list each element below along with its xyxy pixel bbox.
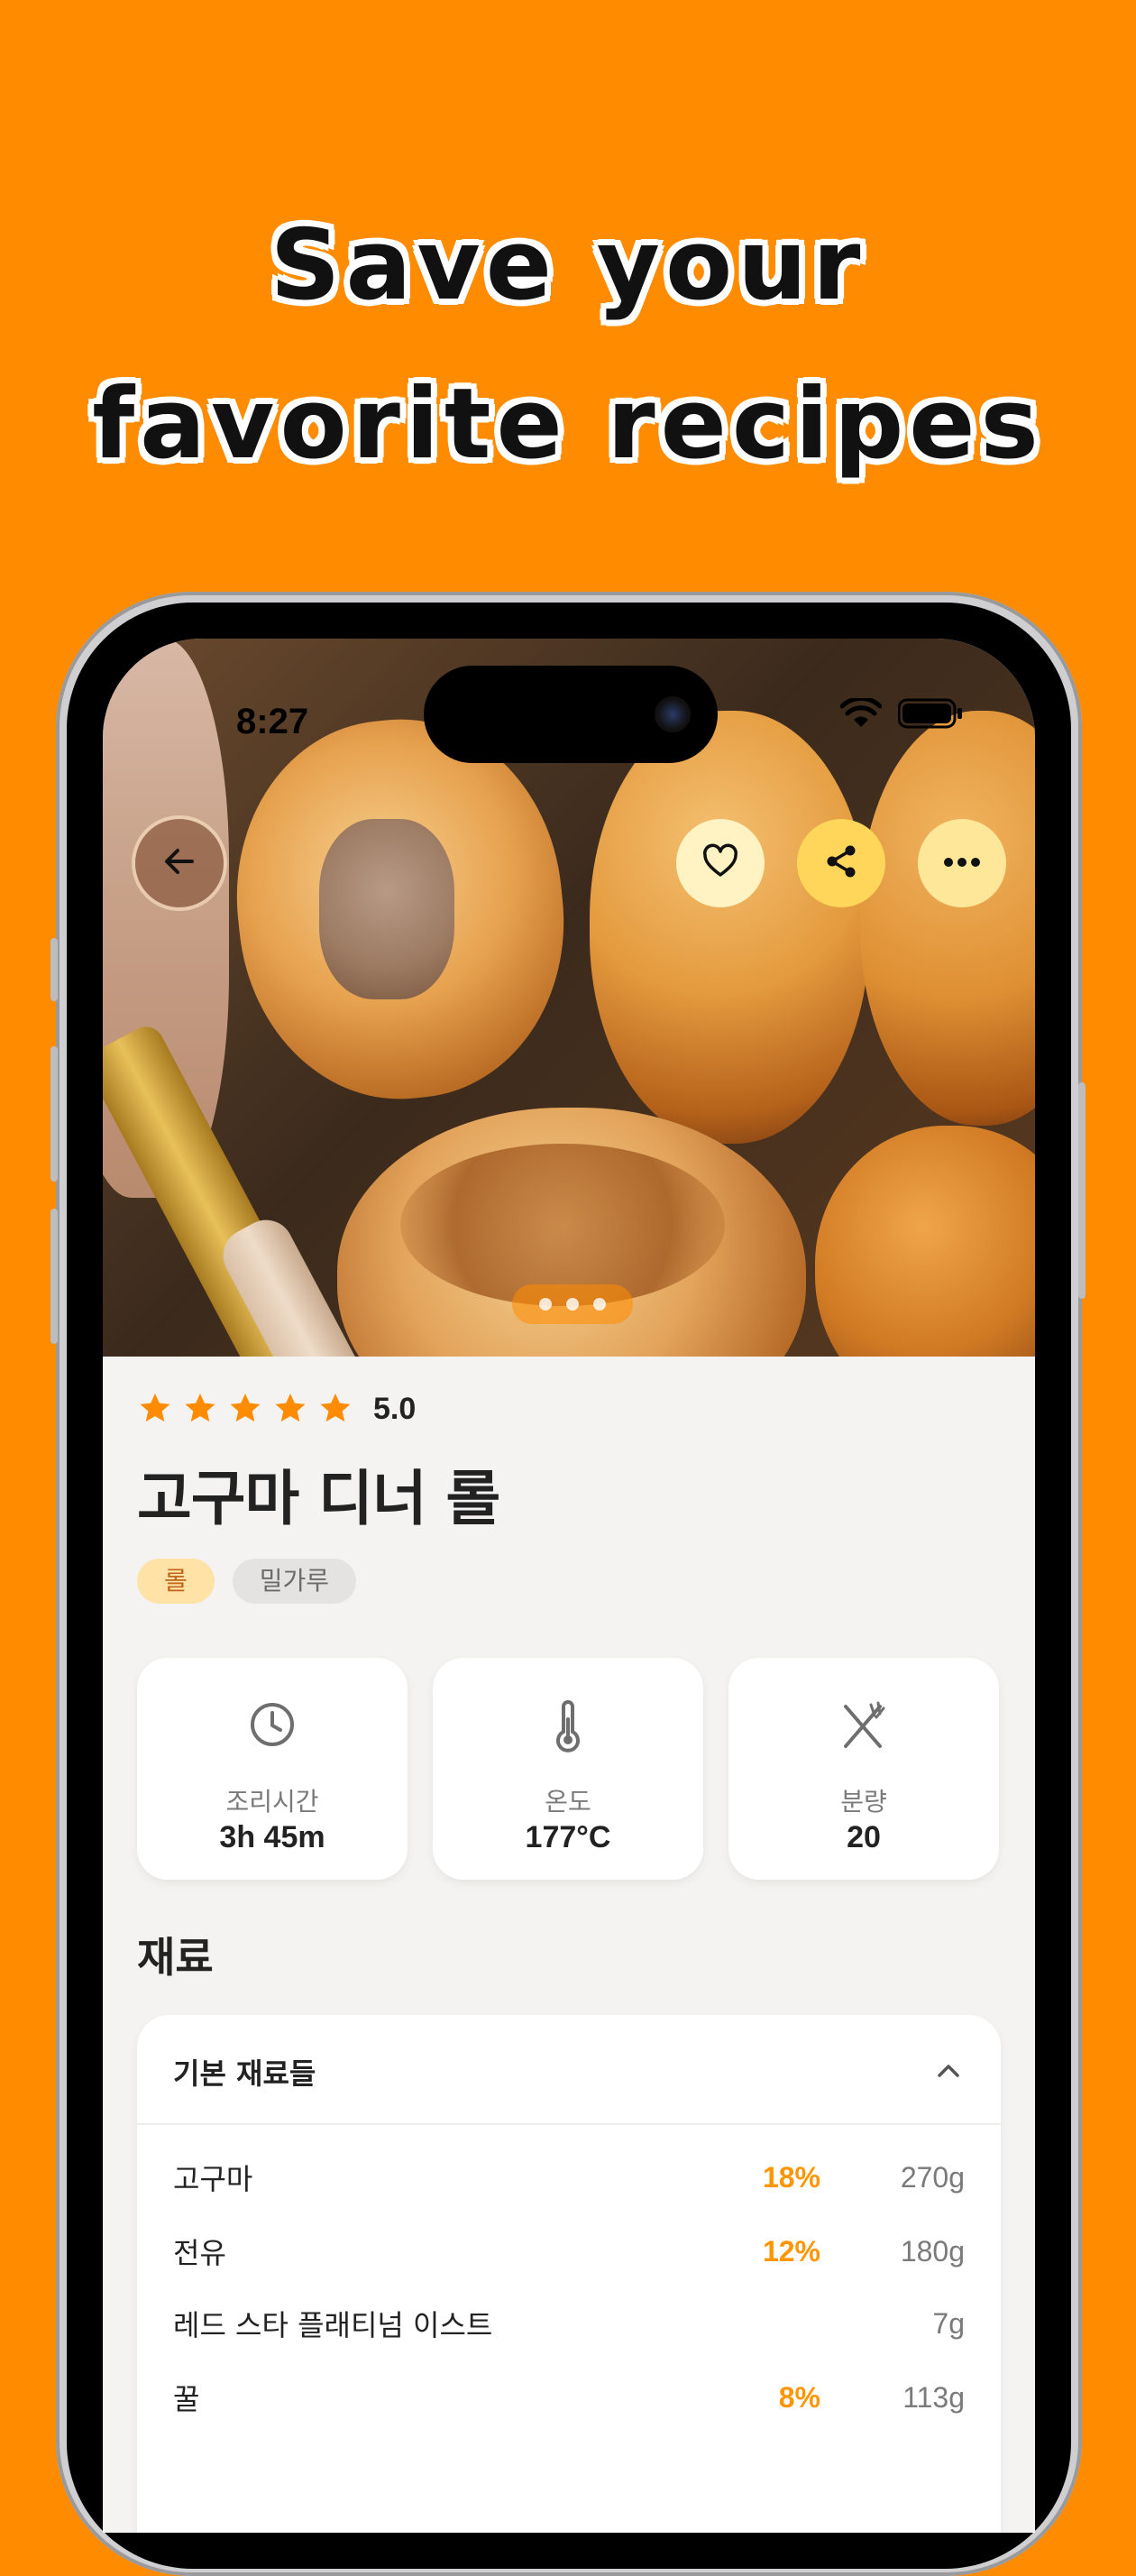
- ingredient-name: 고구마: [173, 2162, 253, 2196]
- servings-card: 분량 20: [728, 1658, 999, 1880]
- ingredients-card: 기본 재료들 고구마 18% 270g 전유 12% 180g 레드 스타 플래…: [137, 2015, 1001, 2533]
- carousel-dot[interactable]: [566, 1298, 579, 1311]
- share-icon: [821, 842, 861, 885]
- stat-label: 조리시간: [225, 1787, 319, 1817]
- ingredients-section-title: 재료: [137, 1933, 214, 1982]
- headline-line-1: Save your: [270, 209, 866, 322]
- back-button[interactable]: [135, 819, 224, 907]
- ingredient-amount: 113g: [902, 2380, 965, 2414]
- recipe-title: 고구마 디너 롤: [137, 1464, 500, 1533]
- stat-label: 온도: [545, 1787, 591, 1817]
- hero-image[interactable]: 8:27: [103, 639, 1035, 1357]
- ellipsis-icon: [942, 855, 982, 872]
- stat-value: 3h 45m: [219, 1820, 325, 1854]
- phone-screen: 8:27 5.0 고구마 디너 롤 롤 밀가루 조리시간 3h 45m 온도 1…: [103, 639, 1035, 2533]
- headline-line-2: favorite recipes: [92, 368, 1044, 481]
- ingredient-percent: 12%: [762, 2234, 820, 2268]
- ingredient-amount: 7g: [932, 2306, 965, 2340]
- utensils-icon: [838, 1699, 889, 1757]
- mute-switch: [50, 938, 58, 1001]
- butter-spread: [319, 819, 454, 999]
- carousel-dot[interactable]: [539, 1298, 552, 1311]
- status-time: 8:27: [236, 702, 309, 741]
- ingredient-row: 전유 12% 180g: [173, 2224, 965, 2278]
- ingredient-name: 전유: [173, 2236, 226, 2270]
- ingredient-amount: 270g: [900, 2160, 965, 2194]
- rating: 5.0: [137, 1391, 416, 1427]
- stat-value: 20: [847, 1820, 881, 1854]
- star-icon: [272, 1391, 308, 1427]
- share-button[interactable]: [797, 819, 885, 907]
- star-icon: [182, 1391, 218, 1427]
- clock-icon: [247, 1699, 298, 1753]
- star-icon: [137, 1391, 173, 1427]
- more-options-button[interactable]: [918, 819, 1006, 907]
- recipe-stats: 조리시간 3h 45m 온도 177°C 분량 20: [137, 1658, 999, 1880]
- ingredient-row: 꿀 8% 113g: [173, 2370, 965, 2424]
- dinner-roll: [860, 711, 1035, 1126]
- rating-value: 5.0: [373, 1391, 417, 1426]
- battery-icon: [898, 698, 963, 729]
- thermometer-icon: [543, 1699, 593, 1757]
- glaze: [400, 1144, 725, 1306]
- chevron-up-icon[interactable]: [932, 2055, 965, 2091]
- power-button: [1078, 1082, 1086, 1299]
- ingredient-amount: 180g: [900, 2234, 965, 2268]
- ingredient-row: 레드 스타 플래티넘 이스트 7g: [173, 2296, 965, 2351]
- heart-icon: [701, 842, 740, 885]
- star-icon: [317, 1391, 353, 1427]
- ingredient-row: 고구마 18% 270g: [173, 2150, 965, 2204]
- stat-label: 분량: [840, 1787, 887, 1817]
- volume-down-button: [50, 1209, 58, 1344]
- ingredient-percent: 8%: [778, 2380, 820, 2414]
- volume-up-button: [50, 1046, 58, 1182]
- arrow-left-icon: [160, 842, 199, 885]
- stat-value: 177°C: [525, 1820, 611, 1854]
- ingredient-name: 꿀: [173, 2382, 200, 2416]
- favorite-button[interactable]: [676, 819, 765, 907]
- dinner-roll: [590, 711, 869, 1144]
- ingredient-name: 레드 스타 플래티넘 이스트: [173, 2308, 493, 2342]
- tag-chip[interactable]: 롤: [137, 1559, 215, 1604]
- divider: [137, 2123, 1001, 2125]
- camera-icon: [655, 696, 691, 732]
- dinner-roll: [815, 1126, 1035, 1357]
- wifi-icon: [840, 698, 882, 729]
- status-icons: [840, 698, 963, 729]
- ingredient-group-title[interactable]: 기본 재료들: [173, 2051, 316, 2093]
- ingredient-percent: 18%: [762, 2160, 820, 2194]
- star-icon: [227, 1391, 263, 1427]
- carousel-indicator[interactable]: [512, 1284, 633, 1324]
- dynamic-island: [424, 666, 718, 763]
- cook-time-card: 조리시간 3h 45m: [137, 1658, 408, 1880]
- temperature-card: 온도 177°C: [433, 1658, 703, 1880]
- tag-chip[interactable]: 밀가루: [232, 1559, 357, 1604]
- tag-list: 롤 밀가루: [137, 1559, 357, 1604]
- carousel-dot[interactable]: [593, 1298, 606, 1311]
